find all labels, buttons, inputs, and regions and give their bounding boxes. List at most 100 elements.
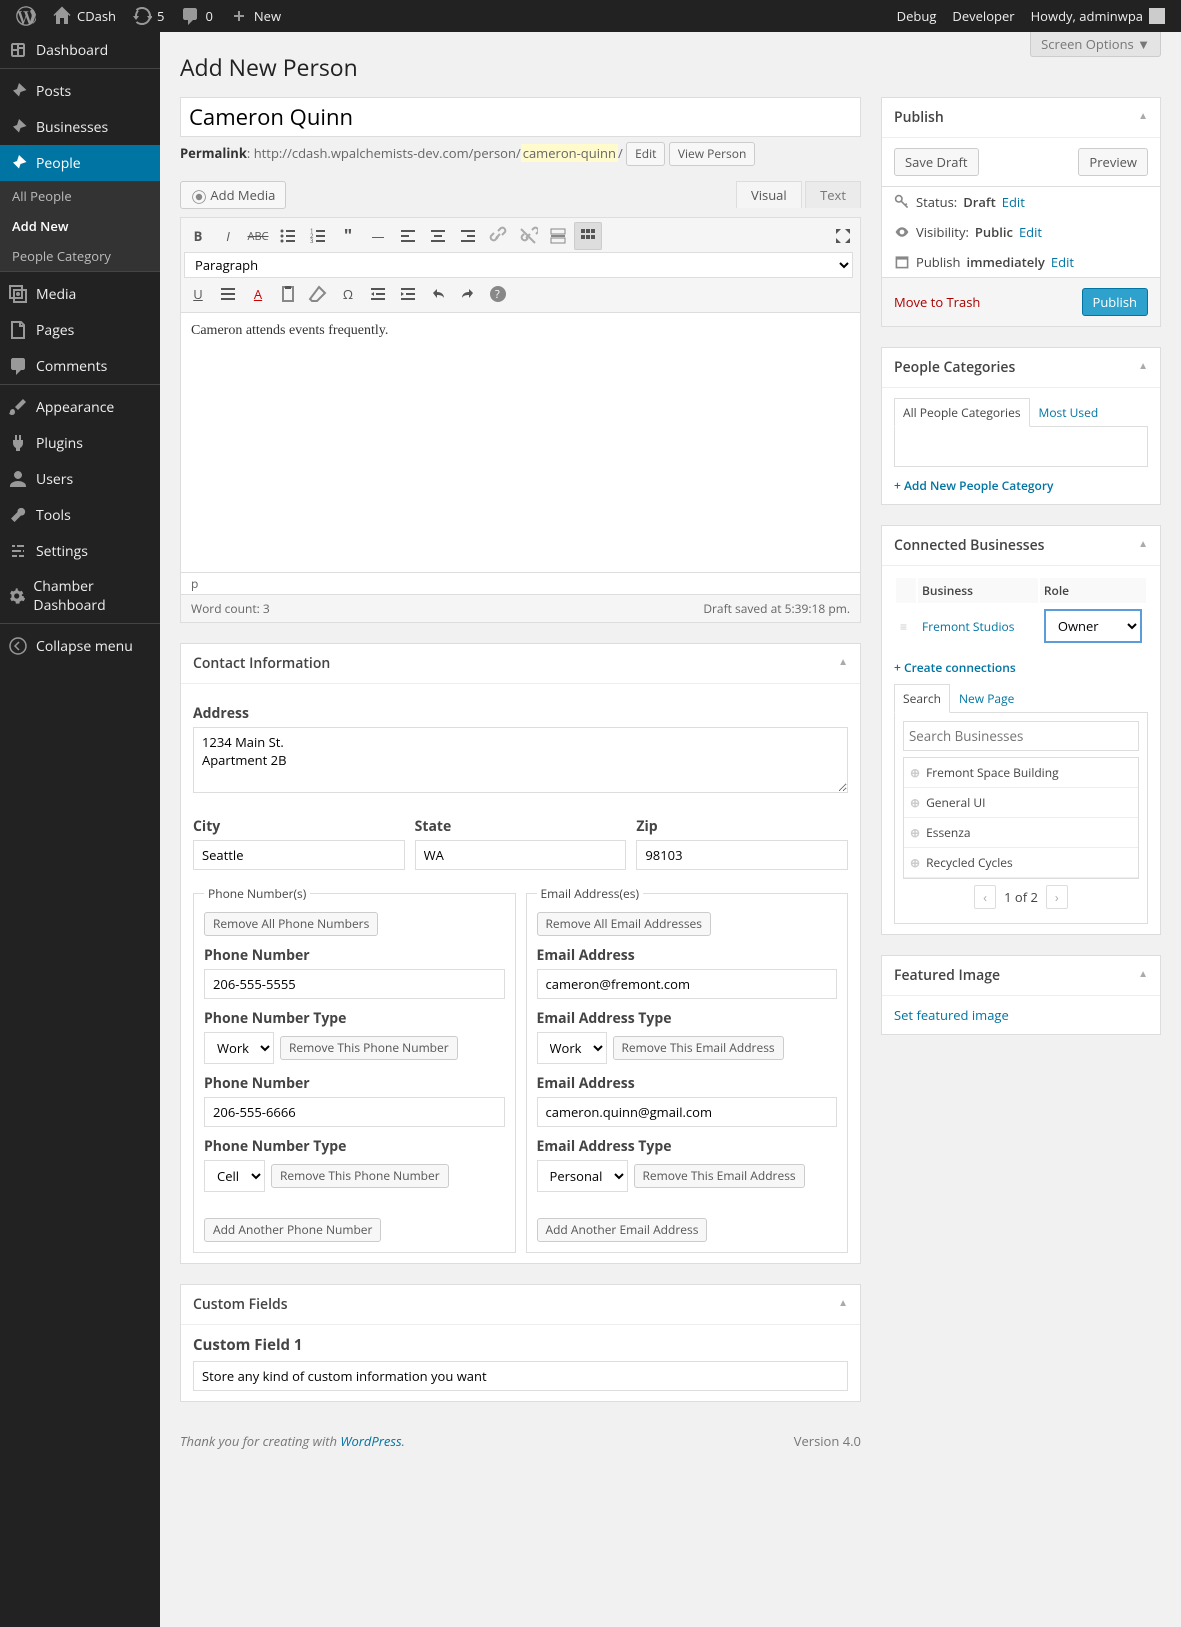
phone-2-type-select[interactable]: Cell	[204, 1160, 265, 1192]
justify-button[interactable]	[214, 280, 242, 308]
menu-media[interactable]: Media	[0, 276, 160, 312]
menu-settings[interactable]: Settings	[0, 533, 160, 569]
email-1-type-select[interactable]: Work	[537, 1032, 607, 1064]
remove-all-phones-button[interactable]: Remove All Phone Numbers	[204, 912, 378, 936]
state-input[interactable]	[415, 840, 627, 870]
ul-button[interactable]	[274, 222, 302, 250]
categories-tab-all[interactable]: All People Categories	[894, 398, 1030, 427]
hr-button[interactable]: —	[364, 222, 392, 250]
menu-pages[interactable]: Pages	[0, 312, 160, 348]
menu-people[interactable]: People	[0, 145, 160, 181]
menu-posts[interactable]: Posts	[0, 73, 160, 109]
redo-button[interactable]	[454, 280, 482, 308]
save-draft-button[interactable]: Save Draft	[894, 148, 979, 176]
debug-link[interactable]: Debug	[889, 0, 945, 32]
role-select[interactable]: Owner	[1044, 609, 1142, 643]
schedule-edit-link[interactable]: Edit	[1051, 253, 1074, 271]
connected-box-toggle[interactable]: Connected Businesses▲	[882, 526, 1160, 566]
remove-phone-2-button[interactable]: Remove This Phone Number	[271, 1164, 449, 1188]
add-media-button[interactable]: Add Media	[180, 181, 286, 209]
indent-button[interactable]	[394, 280, 422, 308]
align-left-button[interactable]	[394, 222, 422, 250]
more-button[interactable]	[544, 222, 572, 250]
updates-link[interactable]: 5	[124, 0, 172, 32]
email-2-input[interactable]	[537, 1097, 838, 1127]
business-result-item[interactable]: ⊕Recycled Cycles	[904, 848, 1138, 878]
unlink-button[interactable]	[514, 222, 542, 250]
bold-button[interactable]: B	[184, 222, 212, 250]
city-input[interactable]	[193, 840, 405, 870]
quote-button[interactable]: "	[334, 222, 362, 250]
paste-text-button[interactable]	[274, 280, 302, 308]
screen-options-toggle[interactable]: Screen Options ▼	[1030, 32, 1161, 57]
clear-format-button[interactable]	[304, 280, 332, 308]
create-connections-link[interactable]: + Create connections	[894, 659, 1148, 676]
developer-link[interactable]: Developer	[944, 0, 1022, 32]
submenu-add-new[interactable]: Add New	[0, 211, 160, 241]
editor-tab-visual[interactable]: Visual	[736, 181, 802, 208]
view-person-button[interactable]: View Person	[669, 142, 756, 166]
email-2-type-select[interactable]: Personal	[537, 1160, 628, 1192]
publish-box-toggle[interactable]: Publish▲	[882, 98, 1160, 138]
outdent-button[interactable]	[364, 280, 392, 308]
remove-all-emails-button[interactable]: Remove All Email Addresses	[537, 912, 712, 936]
categories-list[interactable]	[894, 427, 1148, 467]
textcolor-button[interactable]: A	[244, 280, 272, 308]
pager-next-button[interactable]: ›	[1046, 885, 1068, 909]
menu-comments[interactable]: Comments	[0, 348, 160, 384]
zip-input[interactable]	[636, 840, 848, 870]
link-button[interactable]	[484, 222, 512, 250]
account-link[interactable]: Howdy, adminwpa	[1023, 0, 1173, 32]
phone-1-type-select[interactable]: Work	[204, 1032, 274, 1064]
preview-button[interactable]: Preview	[1078, 148, 1148, 176]
connections-tab-new[interactable]: New Page	[950, 684, 1023, 713]
add-category-link[interactable]: + Add New People Category	[894, 477, 1148, 494]
collapse-menu[interactable]: Collapse menu	[0, 628, 160, 664]
menu-dashboard[interactable]: Dashboard	[0, 32, 160, 68]
permalink-edit-button[interactable]: Edit	[626, 142, 665, 166]
set-featured-image-link[interactable]: Set featured image	[894, 1006, 1009, 1024]
undo-button[interactable]	[424, 280, 452, 308]
search-businesses-input[interactable]	[903, 721, 1139, 751]
menu-plugins[interactable]: Plugins	[0, 425, 160, 461]
editor-tab-text[interactable]: Text	[805, 181, 861, 208]
menu-chamber[interactable]: Chamber Dashboard	[0, 569, 160, 623]
fullscreen-button[interactable]	[829, 222, 857, 250]
move-to-trash-link[interactable]: Move to Trash	[894, 293, 980, 311]
italic-button[interactable]: I	[214, 222, 242, 250]
connections-tab-search[interactable]: Search	[894, 684, 950, 713]
custom-field-1-input[interactable]	[193, 1361, 848, 1391]
menu-businesses[interactable]: Businesses	[0, 109, 160, 145]
remove-email-2-button[interactable]: Remove This Email Address	[634, 1164, 805, 1188]
business-result-item[interactable]: ⊕Essenza	[904, 818, 1138, 848]
help-button[interactable]: ?	[484, 280, 512, 308]
add-phone-button[interactable]: Add Another Phone Number	[204, 1218, 381, 1242]
pager-prev-button[interactable]: ‹	[974, 885, 996, 909]
wp-logo[interactable]	[8, 0, 44, 32]
toolbar-toggle-button[interactable]	[574, 222, 602, 250]
business-result-item[interactable]: ⊕Fremont Space Building	[904, 758, 1138, 788]
permalink-slug[interactable]: cameron-quinn	[521, 144, 618, 162]
align-right-button[interactable]	[454, 222, 482, 250]
email-1-input[interactable]	[537, 969, 838, 999]
comments-link[interactable]: 0	[172, 0, 220, 32]
menu-users[interactable]: Users	[0, 461, 160, 497]
categories-tab-most-used[interactable]: Most Used	[1030, 398, 1108, 427]
submenu-people-category[interactable]: People Category	[0, 241, 160, 271]
business-result-item[interactable]: ⊕General UI	[904, 788, 1138, 818]
new-link[interactable]: New	[221, 0, 289, 32]
status-edit-link[interactable]: Edit	[1002, 193, 1025, 211]
align-center-button[interactable]	[424, 222, 452, 250]
underline-button[interactable]: U	[184, 280, 212, 308]
menu-appearance[interactable]: Appearance	[0, 389, 160, 425]
format-select[interactable]: Paragraph	[184, 252, 853, 278]
categories-box-toggle[interactable]: People Categories▲	[882, 348, 1160, 388]
remove-email-1-button[interactable]: Remove This Email Address	[613, 1036, 784, 1060]
connected-business-link[interactable]: Fremont Studios	[922, 618, 1014, 635]
wordpress-link[interactable]: WordPress	[340, 1432, 401, 1450]
strike-button[interactable]: ABC	[244, 222, 272, 250]
publish-button[interactable]: Publish	[1082, 288, 1148, 316]
phone-2-input[interactable]	[204, 1097, 505, 1127]
submenu-all-people[interactable]: All People	[0, 181, 160, 211]
phone-1-input[interactable]	[204, 969, 505, 999]
